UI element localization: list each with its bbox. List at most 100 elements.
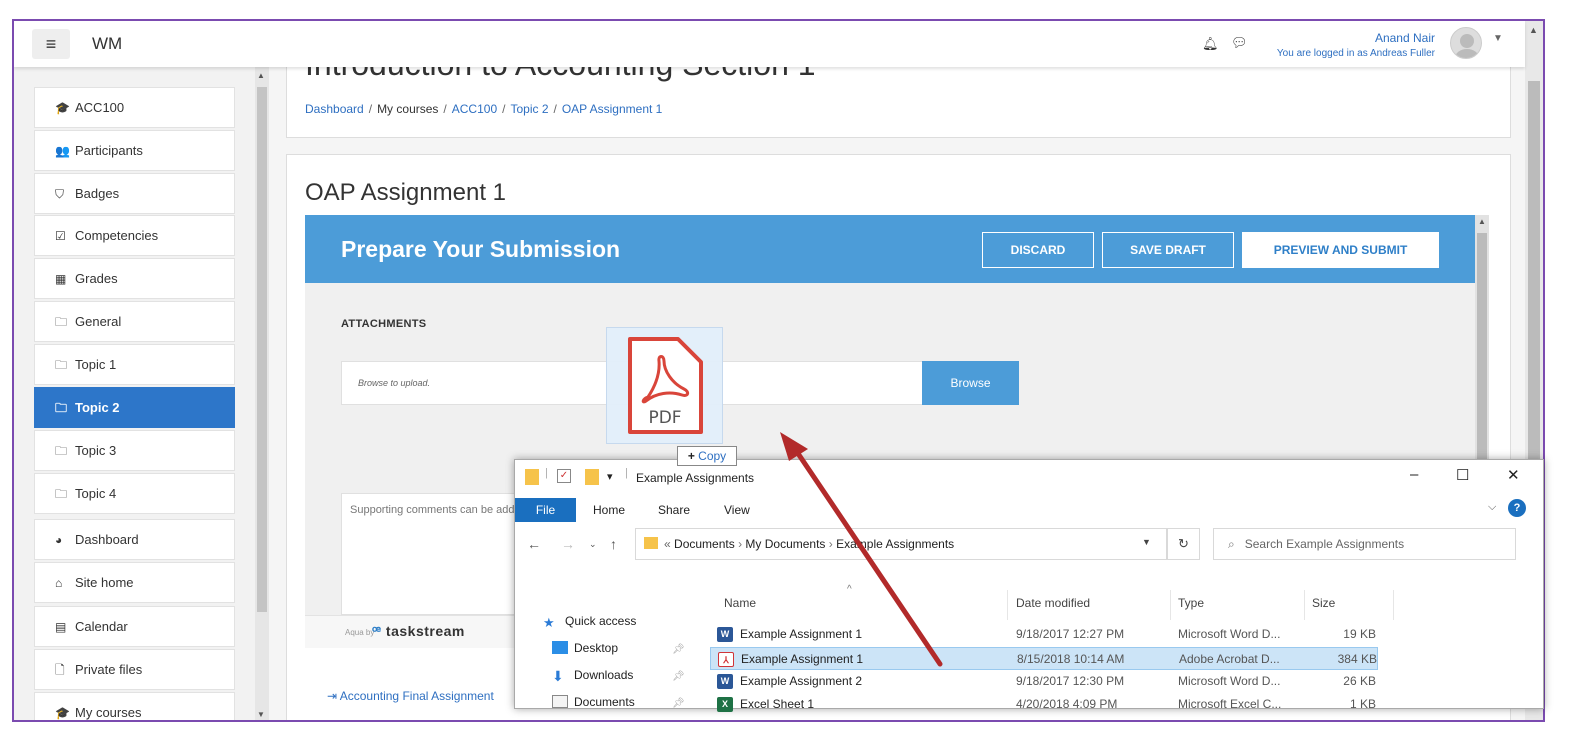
browse-button[interactable]: Browse: [922, 361, 1019, 405]
sidebar-item-site-home[interactable]: ⌂ Site home: [34, 562, 235, 603]
site-brand[interactable]: WM: [92, 34, 122, 54]
drawer-scroll-thumb[interactable]: [257, 87, 267, 612]
sidebar-item-label: Participants: [75, 143, 143, 158]
dashboard-icon: ◕: [55, 533, 63, 547]
column-divider[interactable]: [1393, 590, 1394, 620]
breadcrumb-topic[interactable]: Topic 2: [510, 102, 548, 116]
sidebar-item-label: General: [75, 314, 122, 329]
top-navbar: ≡ WM 🔔︎ 💬︎ Anand Nair You are logged in …: [14, 21, 1525, 67]
sidebar-item-my-courses[interactable]: 🎓 My courses: [34, 692, 235, 720]
sidebar-item-topic-3[interactable]: 🗀 Topic 3: [34, 430, 235, 471]
maximize-icon[interactable]: ☐: [1456, 466, 1469, 484]
pin-icon[interactable]: 📌︎: [672, 644, 685, 655]
folder-icon: 🗀: [55, 401, 68, 415]
close-icon[interactable]: ✕: [1507, 466, 1520, 484]
nav-label: Quick access: [565, 614, 637, 628]
drawer-scroll-up-icon[interactable]: ▲: [257, 71, 265, 80]
hamburger-menu-button[interactable]: ≡: [32, 29, 70, 59]
user-menu-caret-icon[interactable]: ▼: [1493, 33, 1503, 44]
discard-button[interactable]: DISCARD: [982, 232, 1094, 268]
up-arrow-icon[interactable]: ↑: [610, 536, 617, 552]
sidebar-item-badges[interactable]: ⛉ Badges: [34, 173, 235, 214]
messages-icon[interactable]: 💬︎: [1231, 35, 1248, 51]
sidebar-item-general[interactable]: 🗀 General: [34, 301, 235, 342]
ribbon-tab-share[interactable]: Share: [658, 503, 690, 517]
search-placeholder: Search Example Assignments: [1244, 537, 1405, 551]
refresh-button[interactable]: ↻: [1167, 528, 1200, 560]
address-segment[interactable]: Documents: [674, 537, 735, 551]
recent-locations-caret-icon[interactable]: ⌄: [589, 539, 597, 550]
back-arrow-icon[interactable]: ←: [527, 536, 541, 552]
file-size: 1 KB: [1349, 697, 1376, 711]
previous-activity-link[interactable]: ⇥ Accounting Final Assignment: [327, 689, 494, 703]
column-header-size[interactable]: Size: [1312, 596, 1335, 610]
breadcrumb-dashboard[interactable]: Dashboard: [305, 102, 364, 116]
sidebar-item-grades[interactable]: ▦ Grades: [34, 258, 235, 299]
breadcrumb-assignment[interactable]: OAP Assignment 1: [562, 102, 663, 116]
panel-scroll-thumb[interactable]: [1477, 233, 1487, 493]
nav-downloads[interactable]: ⬇ Downloads: [552, 668, 633, 683]
sidebar-item-label: Topic 1: [75, 357, 117, 372]
scroll-up-arrow-icon[interactable]: ▲: [1529, 25, 1538, 35]
nav-documents[interactable]: Documents: [552, 695, 635, 709]
user-avatar[interactable]: [1450, 27, 1482, 59]
new-folder-icon[interactable]: [585, 469, 599, 488]
notification-bell-icon[interactable]: 🔔︎: [1202, 36, 1219, 52]
address-dropdown-icon[interactable]: ▼: [1142, 537, 1151, 547]
sidebar-item-participants[interactable]: 👥 Participants: [34, 130, 235, 171]
minimize-icon[interactable]: –: [1410, 466, 1418, 483]
pin-icon[interactable]: 📌︎: [672, 671, 685, 682]
toolbar-divider: |: [545, 467, 548, 479]
preview-and-submit-button[interactable]: PREVIEW AND SUBMIT: [1242, 232, 1439, 268]
sidebar-item-topic-1[interactable]: 🗀 Topic 1: [34, 344, 235, 385]
sidebar-item-acc100[interactable]: 🎓 ACC100: [34, 87, 235, 128]
nav-label: Documents: [574, 695, 635, 709]
ribbon-tab-view[interactable]: View: [724, 503, 750, 517]
address-segment[interactable]: Example Assignments: [836, 537, 954, 551]
search-input[interactable]: ⌕ Search Example Assignments: [1213, 528, 1516, 560]
plus-icon: +: [687, 449, 695, 463]
nav-quick-access[interactable]: ★ Quick access: [543, 614, 636, 629]
sidebar-item-competencies[interactable]: ☑ Competencies: [34, 215, 235, 256]
file-row[interactable]: X Excel Sheet 1 4/20/2018 4:09 PM Microsoft…: [710, 693, 1378, 716]
panel-scroll-up-icon[interactable]: ▲: [1478, 217, 1486, 226]
sidebar-item-calendar[interactable]: ▤ Calendar: [34, 606, 235, 647]
ribbon-expand-icon[interactable]: ⌵: [1488, 501, 1496, 514]
user-name[interactable]: Anand Nair: [1375, 31, 1435, 45]
sidebar-item-topic-2[interactable]: 🗀 Topic 2: [34, 387, 235, 428]
column-header-name[interactable]: Name: [724, 596, 756, 610]
file-type: Adobe Acrobat D...: [1179, 652, 1280, 666]
breadcrumb-my-courses[interactable]: My courses: [377, 102, 438, 116]
file-row[interactable]: W Example Assignment 1 9/18/2017 12:27 PM M…: [710, 623, 1378, 646]
logged-in-as-text: You are logged in as Andreas Fuller: [1276, 48, 1435, 59]
file-icon: 🗋: [55, 663, 65, 677]
address-segment[interactable]: My Documents: [745, 537, 825, 551]
drawer-scroll-down-icon[interactable]: ▼: [257, 710, 265, 719]
sidebar-item-topic-4[interactable]: 🗀 Topic 4: [34, 473, 235, 514]
table-icon: ▦: [55, 272, 67, 286]
column-divider[interactable]: [1304, 590, 1305, 620]
ribbon-tab-home[interactable]: Home: [593, 503, 625, 517]
file-date: 9/18/2017 12:30 PM: [1016, 674, 1125, 688]
sidebar-item-private-files[interactable]: 🗋 Private files: [34, 649, 235, 690]
forward-arrow-icon[interactable]: →: [561, 536, 575, 552]
help-icon[interactable]: ?: [1508, 499, 1526, 517]
column-header-date[interactable]: Date modified: [1016, 596, 1090, 610]
quick-access-toolbar-caret-icon[interactable]: ▾: [607, 470, 613, 483]
column-header-type[interactable]: Type: [1178, 596, 1204, 610]
nav-desktop[interactable]: Desktop: [552, 641, 618, 655]
sidebar-item-dashboard[interactable]: ◕ Dashboard: [34, 519, 235, 560]
properties-icon[interactable]: ✓: [557, 469, 571, 483]
file-row[interactable]: ⅄ Example Assignment 1 8/15/2018 10:14 AM A…: [710, 647, 1378, 670]
file-row[interactable]: W Example Assignment 2 9/18/2017 12:30 PM M…: [710, 670, 1378, 693]
file-name: Example Assignment 1: [740, 627, 863, 641]
avatar-silhouette-icon: [1455, 34, 1479, 58]
breadcrumb-course[interactable]: ACC100: [452, 102, 497, 116]
save-draft-button[interactable]: SAVE DRAFT: [1102, 232, 1234, 268]
ribbon-tab-file[interactable]: File: [515, 498, 576, 522]
drawer-scrollbar[interactable]: ▲ ▼: [255, 67, 269, 720]
column-divider[interactable]: [1007, 590, 1008, 620]
pin-icon[interactable]: 📌︎: [672, 698, 685, 709]
column-divider[interactable]: [1170, 590, 1171, 620]
address-bar[interactable]: « Documents › My Documents › Example Ass…: [635, 528, 1167, 560]
